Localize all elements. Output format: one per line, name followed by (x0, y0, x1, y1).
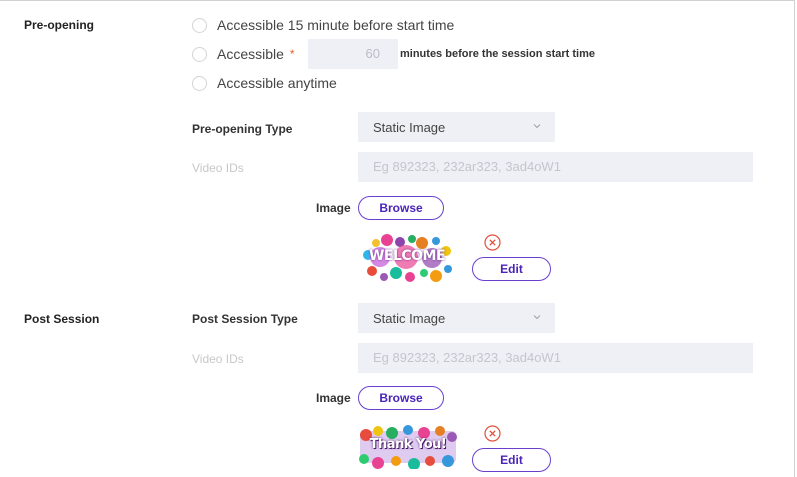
radio-label: Accessible anytime (217, 75, 337, 91)
radio-circle[interactable] (192, 46, 207, 62)
pre-opening-video-ids-input[interactable]: Eg 892323, 232ar323, 3ad4oW1 (358, 152, 753, 182)
post-session-section-label: Post Session (24, 312, 100, 326)
radio-label: Accessible (217, 46, 284, 62)
post-session-edit-button[interactable]: Edit (472, 448, 551, 472)
post-session-video-ids-label: Video IDs (192, 352, 244, 366)
welcome-image-text: WELCOME (368, 248, 446, 264)
post-session-type-label: Post Session Type (192, 312, 298, 326)
pre-opening-type-select[interactable]: Static Image (358, 112, 555, 142)
radio-accessible-15min[interactable]: Accessible 15 minute before start time (192, 15, 454, 35)
pre-opening-section-label: Pre-opening (24, 18, 95, 32)
thank-you-image-thumbnail: Thank You! (358, 425, 458, 470)
chevron-down-icon (533, 124, 541, 129)
pre-opening-video-ids-label: Video IDs (192, 161, 244, 175)
radio-circle[interactable] (192, 75, 207, 91)
minutes-suffix-label: minutes before the session start time (400, 48, 595, 60)
post-session-image-label: Image (316, 391, 351, 405)
remove-image-close-icon[interactable] (484, 425, 501, 442)
pre-opening-type-label: Pre-opening Type (192, 122, 293, 136)
select-value: Static Image (373, 310, 446, 326)
post-session-type-select[interactable]: Static Image (358, 303, 555, 333)
radio-accessible-minutes[interactable]: Accessible * (192, 44, 295, 64)
radio-label: Accessible 15 minute before start time (217, 17, 455, 33)
pre-opening-image-label: Image (316, 201, 351, 215)
select-value: Static Image (373, 119, 446, 135)
minutes-before-input[interactable]: 60 (308, 39, 398, 69)
post-session-browse-button[interactable]: Browse (358, 386, 444, 410)
radio-circle[interactable] (192, 17, 207, 33)
chevron-down-icon (533, 315, 541, 320)
post-session-video-ids-input[interactable]: Eg 892323, 232ar323, 3ad4oW1 (358, 343, 753, 373)
required-asterisk: * (289, 47, 295, 61)
pre-opening-browse-button[interactable]: Browse (358, 196, 444, 220)
pre-opening-edit-button[interactable]: Edit (472, 257, 551, 281)
radio-accessible-anytime[interactable]: Accessible anytime (192, 73, 337, 93)
remove-image-close-icon[interactable] (484, 234, 501, 251)
welcome-image-thumbnail: WELCOME (360, 233, 454, 283)
thank-you-image-text: Thank You! (369, 437, 447, 452)
